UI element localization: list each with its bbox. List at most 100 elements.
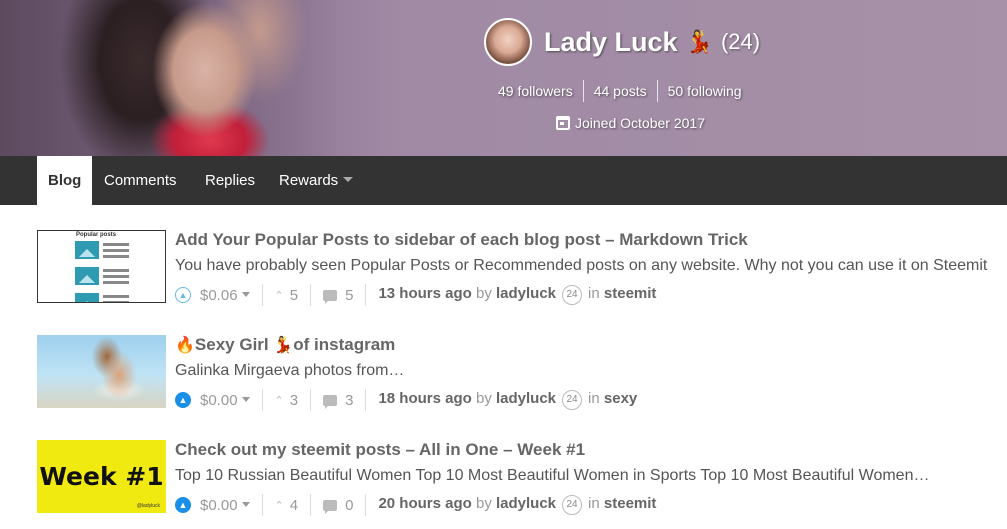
- fire-emoji-icon: 🔥: [175, 337, 195, 354]
- avatar[interactable]: [484, 18, 532, 66]
- comment-icon: [323, 394, 338, 409]
- dancer-emoji-icon: 💃: [273, 337, 294, 354]
- profile-stats: 49 followers 44 posts 50 following: [492, 80, 752, 102]
- caret-down-icon: [241, 291, 250, 297]
- post-title-text: of instagram: [293, 335, 396, 354]
- post-thumbnail[interactable]: Week #1 @ladyluck: [37, 440, 166, 513]
- author-reputation-badge: 24: [562, 390, 583, 410]
- joined-text: Joined October 2017: [575, 115, 705, 131]
- by-label: by: [475, 390, 492, 407]
- profile-name: Lady Luck: [544, 26, 678, 57]
- tab-rewards[interactable]: Rewards: [279, 156, 354, 205]
- text-line: [103, 243, 129, 246]
- text-line: [103, 281, 129, 284]
- chevron-up-icon: ⌃: [274, 499, 284, 512]
- thumbnail-tag: @ladyluck: [136, 503, 160, 509]
- cover-image: [0, 0, 340, 156]
- divider: [261, 389, 263, 411]
- tab-replies[interactable]: Replies: [205, 156, 255, 205]
- thumbnail-row: [75, 241, 131, 259]
- chevron-up-icon: ⌃: [274, 394, 284, 407]
- profile-tabs: Blog Comments Replies Rewards: [0, 156, 1007, 205]
- tab-blog[interactable]: Blog: [37, 156, 93, 205]
- author-reputation-badge: 24: [562, 285, 583, 305]
- caret-down-icon: [241, 501, 250, 507]
- comment-icon: [323, 499, 338, 514]
- image-icon: [75, 293, 99, 302]
- post-meta: 13 hours ago by ladyluck 24 in steemit: [378, 285, 656, 305]
- divider: [310, 389, 312, 411]
- payout-amount: $0.06: [200, 286, 238, 304]
- votes-count[interactable]: 3: [290, 392, 298, 409]
- text-line: [103, 269, 129, 272]
- payout-value[interactable]: $0.00: [200, 392, 250, 409]
- comments-count[interactable]: 0: [345, 497, 353, 514]
- category-link[interactable]: steemit: [604, 495, 657, 512]
- author-link[interactable]: ladyluck: [496, 390, 556, 407]
- by-label: by: [475, 285, 492, 302]
- post-item: Week #1 @ladyluck Check out my steemit p…: [37, 440, 1007, 518]
- category-link[interactable]: steemit: [604, 285, 657, 302]
- posts-count: 44 posts: [582, 80, 657, 102]
- thumbnail-label: Popular posts: [76, 232, 117, 238]
- dancer-emoji-icon: 💃: [685, 29, 713, 54]
- post-body: Add Your Popular Posts to sidebar of eac…: [175, 230, 1007, 306]
- post-summary[interactable]: You have probably seen Popular Posts or …: [175, 257, 1007, 278]
- post-footer: ▲ $0.00 ⌃ 3 3 18 hours ago by ladyluck 24…: [175, 389, 1007, 411]
- post-title[interactable]: 🔥Sexy Girl 💃of instagram: [175, 335, 1007, 355]
- author-link[interactable]: ladyluck: [496, 495, 556, 512]
- payout-value[interactable]: $0.06: [200, 287, 250, 304]
- divider: [261, 494, 263, 516]
- post-meta: 20 hours ago by ladyluck 24 in steemit: [378, 495, 656, 515]
- profile-cover: Lady Luck 💃 (24) 49 followers 44 posts 5…: [0, 0, 1007, 156]
- joined-date: Joined October 2017: [556, 115, 705, 131]
- post-item: 🔥Sexy Girl 💃of instagram Galinka Mirgaev…: [37, 335, 1007, 413]
- post-time[interactable]: 20 hours ago: [378, 495, 471, 512]
- author-link[interactable]: ladyluck: [496, 285, 556, 302]
- thumbnail-row: [75, 293, 131, 302]
- post-title[interactable]: Add Your Popular Posts to sidebar of eac…: [175, 230, 1007, 250]
- reputation-score: (24): [720, 29, 761, 54]
- text-line: [103, 295, 129, 298]
- post-footer: ▲ $0.00 ⌃ 4 0 20 hours ago by ladyluck 24…: [175, 494, 1007, 516]
- text-line: [103, 255, 129, 258]
- caret-down-icon: [343, 177, 354, 182]
- divider: [310, 284, 312, 306]
- comments-count[interactable]: 5: [345, 287, 353, 304]
- payout-amount: $0.00: [200, 391, 238, 409]
- image-icon: [75, 267, 99, 285]
- chevron-up-icon: ⌃: [274, 289, 284, 302]
- votes-count[interactable]: 4: [290, 497, 298, 514]
- chevron-up-circle-icon[interactable]: ▲: [175, 497, 191, 513]
- post-time[interactable]: 18 hours ago: [378, 390, 471, 407]
- text-line: [103, 301, 129, 302]
- divider: [365, 284, 367, 306]
- post-footer: ▲ $0.06 ⌃ 5 5 13 hours ago by ladyluck 24…: [175, 284, 1007, 306]
- post-summary[interactable]: Top 10 Russian Beautiful Women Top 10 Mo…: [175, 467, 1007, 488]
- post-thumbnail[interactable]: Popular posts: [37, 230, 166, 303]
- thumbnail-row: [75, 267, 131, 285]
- post-time[interactable]: 13 hours ago: [378, 285, 471, 302]
- chevron-up-circle-icon[interactable]: ▲: [175, 392, 191, 408]
- caret-down-icon: [241, 396, 250, 402]
- calendar-icon: [556, 116, 570, 130]
- post-item: Popular posts Add Your Popular Posts to …: [37, 230, 1007, 308]
- post-thumbnail[interactable]: [37, 335, 166, 408]
- post-summary[interactable]: Galinka Mirgaeva photos from…: [175, 362, 1007, 383]
- text-line: [103, 249, 129, 252]
- chevron-up-circle-icon[interactable]: ▲: [175, 287, 191, 303]
- payout-amount: $0.00: [200, 496, 238, 514]
- votes-count[interactable]: 5: [290, 287, 298, 304]
- payout-value[interactable]: $0.00: [200, 497, 250, 514]
- category-link[interactable]: sexy: [604, 390, 637, 407]
- divider: [365, 389, 367, 411]
- divider: [310, 494, 312, 516]
- post-title[interactable]: Check out my steemit posts – All in One …: [175, 440, 1007, 460]
- following-link[interactable]: 50 following: [656, 80, 752, 102]
- divider: [365, 494, 367, 516]
- in-label: in: [588, 495, 600, 512]
- tab-comments[interactable]: Comments: [104, 156, 177, 205]
- followers-link[interactable]: 49 followers: [492, 80, 583, 102]
- comment-icon: [323, 289, 338, 304]
- comments-count[interactable]: 3: [345, 392, 353, 409]
